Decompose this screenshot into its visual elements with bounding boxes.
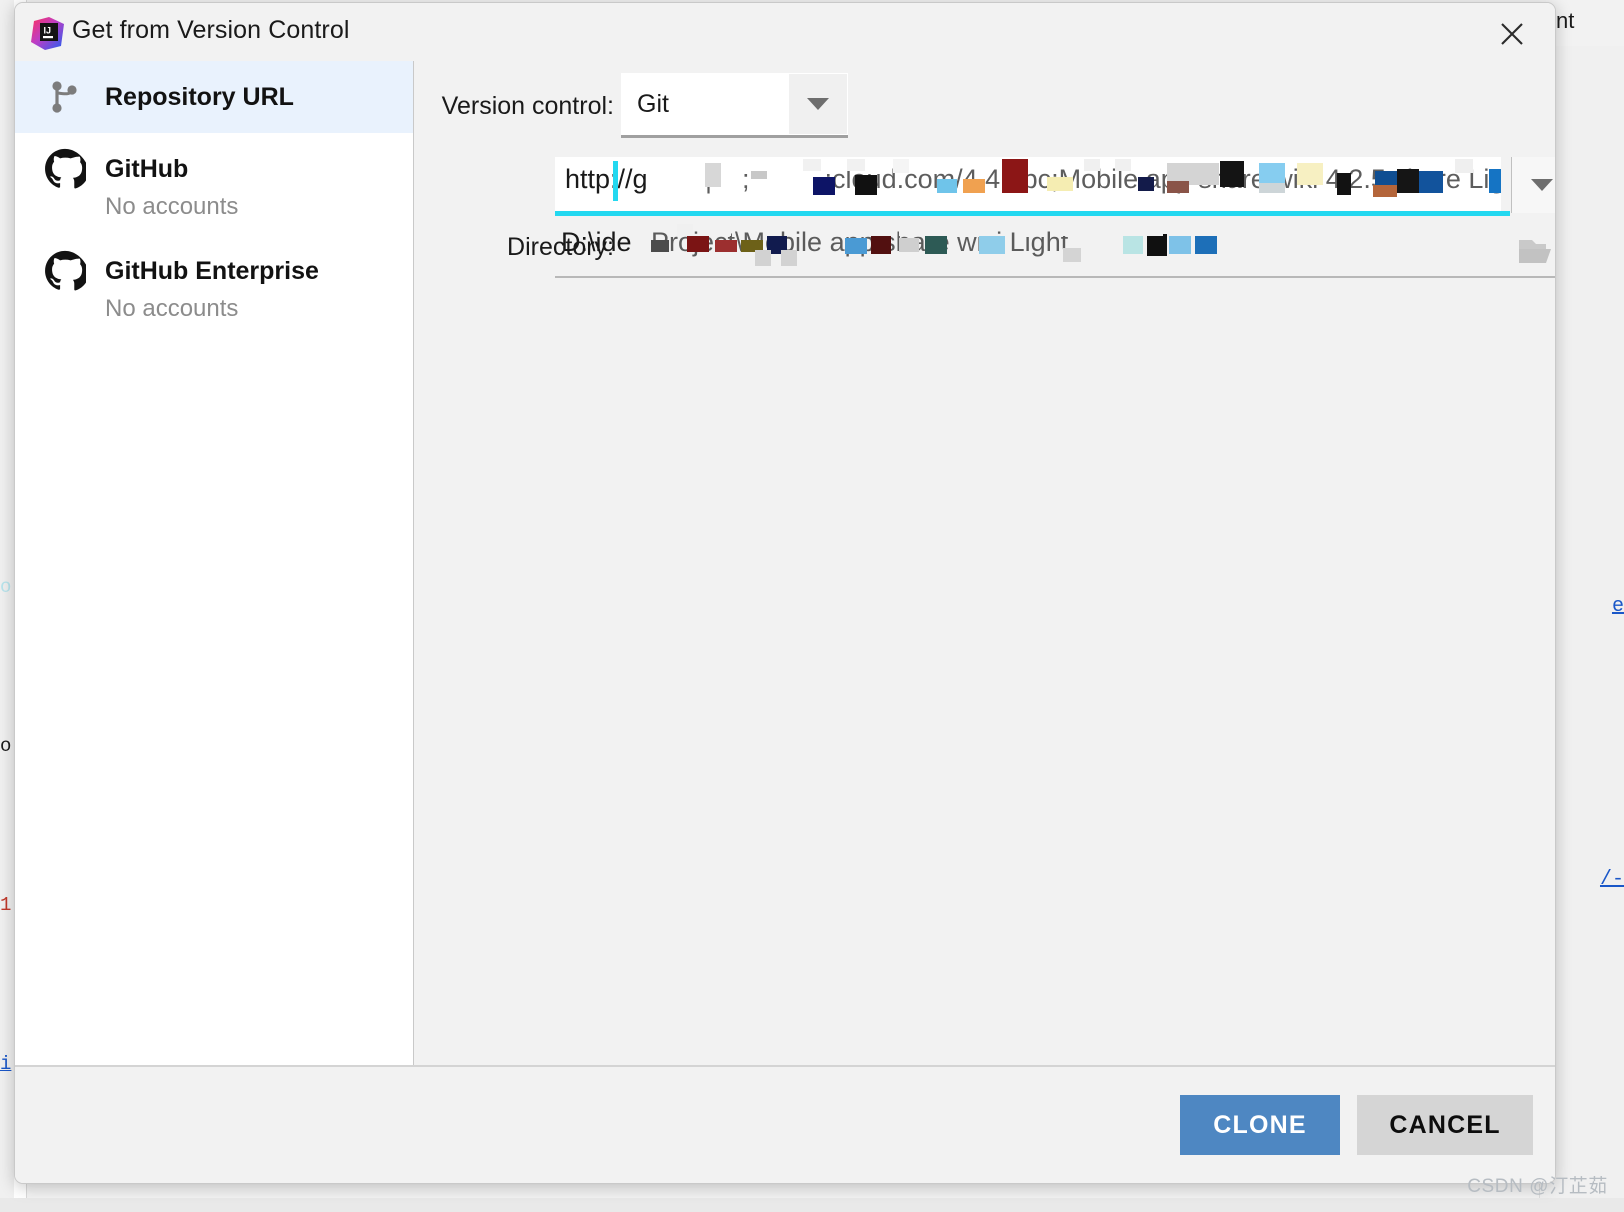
- ide-tab-label: nt: [1556, 8, 1575, 33]
- dialog-sidebar: Repository URL GitHub No accounts GitHub…: [15, 61, 414, 1065]
- ide-code-right-1: e: [1611, 595, 1624, 618]
- github-icon: [43, 249, 87, 293]
- get-from-version-control-dialog: IJ Get from Version Control Repository U…: [14, 2, 1556, 1184]
- dialog-footer: CLONE CANCEL: [15, 1067, 1555, 1183]
- url-focus-underline: [555, 211, 1510, 216]
- sidebar-item-github-enterprise[interactable]: GitHub Enterprise No accounts: [15, 235, 413, 323]
- chevron-down-icon[interactable]: [789, 74, 847, 134]
- sidebar-item-subtitle: No accounts: [105, 193, 239, 220]
- sidebar-item-github[interactable]: GitHub No accounts: [15, 133, 413, 221]
- screen: nt o o 1 i ef re lo 2: ic D: -C \ : e /-: [0, 0, 1624, 1212]
- dialog-titlebar: IJ Get from Version Control: [15, 3, 1555, 61]
- sidebar-item-label: GitHub Enterprise: [105, 256, 319, 285]
- intellij-idea-icon: IJ: [31, 17, 64, 50]
- ide-status-bar: [0, 1198, 1624, 1212]
- ide-code-right-2: /-: [1599, 868, 1624, 891]
- directory-underline: [555, 276, 1555, 278]
- dialog-title: Get from Version Control: [72, 16, 350, 44]
- chevron-down-icon: [1531, 179, 1553, 191]
- github-icon: [43, 147, 87, 191]
- sidebar-item-label: GitHub: [105, 154, 189, 183]
- version-control-select[interactable]: Git: [621, 73, 848, 135]
- sidebar-item-subtitle: No accounts: [105, 295, 239, 322]
- url-history-dropdown[interactable]: [1511, 157, 1555, 213]
- sidebar-item-label: Repository URL: [105, 82, 294, 111]
- directory-redacted-overlay: Project\Mobile app share wiki Light: [555, 224, 1555, 274]
- clone-button[interactable]: CLONE: [1180, 1095, 1340, 1155]
- close-icon[interactable]: [1491, 13, 1533, 55]
- url-input[interactable]: http://g | ; ;cloud.com/4.4.bbc;Mobile a…: [555, 157, 1501, 211]
- directory-value: D:\ide: [561, 227, 632, 257]
- directory-input[interactable]: D:\ide Project\Mobile app share wiki Lig…: [555, 224, 1555, 274]
- version-control-underline: [621, 135, 848, 138]
- csdn-watermark: CSDN @汀芷茹: [1467, 1176, 1608, 1197]
- cancel-button[interactable]: CANCEL: [1357, 1095, 1533, 1155]
- version-control-label: Version control:: [441, 92, 614, 120]
- text-caret: [613, 161, 618, 201]
- url-redacted-overlay: | ; ;cloud.com/4.4.bbc;Mobile app share …: [555, 157, 1501, 211]
- folder-open-icon[interactable]: [1512, 229, 1555, 273]
- version-control-value: Git: [637, 89, 669, 118]
- sidebar-item-repository-url[interactable]: Repository URL: [15, 61, 413, 133]
- url-value: http://g: [565, 164, 648, 194]
- git-branch-icon: [43, 75, 87, 119]
- svg-text:IJ: IJ: [44, 26, 52, 36]
- dialog-main-panel: Version control: Git URL: http://g | ; ;…: [414, 61, 1555, 1065]
